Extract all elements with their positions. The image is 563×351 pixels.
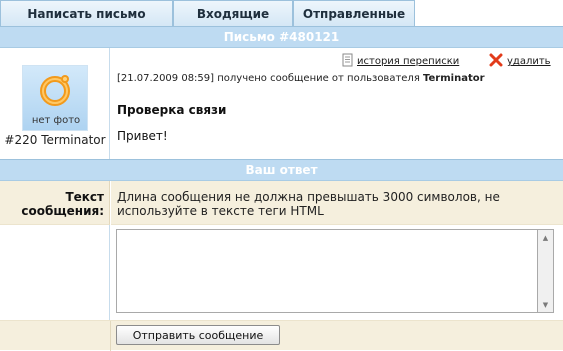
scroll-up-icon[interactable]: ▲ — [538, 230, 553, 245]
message-text-label: Текст сообщения: — [0, 181, 110, 225]
avatar-caption: нет фото — [31, 115, 81, 126]
message-subject: Проверка связи — [117, 103, 227, 117]
sender-panel: нет фото #220 Terminator — [0, 48, 110, 159]
letter-content: история переписки удалить [21.07.2009 08… — [111, 48, 563, 159]
textarea-scrollbar[interactable]: ▲ ▼ — [537, 229, 554, 313]
column-divider — [110, 321, 111, 351]
delete-link[interactable]: удалить — [507, 56, 551, 67]
reply-textarea[interactable] — [116, 229, 537, 313]
tab-inbox[interactable]: Входящие — [173, 0, 293, 26]
history-link[interactable]: история переписки — [357, 56, 459, 67]
message-meta-user: Terminator — [423, 73, 485, 84]
letter-header: Письмо #480121 — [0, 26, 563, 48]
textarea-spacer — [0, 225, 110, 320]
message-body: Привет! — [117, 129, 168, 143]
mail-tabs: Написать письмо Входящие Отправленные — [0, 0, 563, 26]
reply-header: Ваш ответ — [0, 159, 563, 181]
submit-row: Отправить сообщение — [0, 320, 563, 351]
red-x-icon[interactable] — [489, 53, 503, 67]
no-photo-ring-icon — [40, 75, 70, 106]
send-message-button[interactable]: Отправить сообщение — [116, 325, 280, 345]
message-length-hint: Длина сообщения не должна превышать 3000… — [111, 181, 563, 225]
message-meta: [21.07.2009 08:59] получено сообщение от… — [117, 73, 485, 84]
message-meta-text: [21.07.2009 08:59] получено сообщение от… — [117, 73, 424, 84]
sender-name[interactable]: #220 Terminator — [0, 133, 110, 147]
avatar[interactable]: нет фото — [22, 65, 88, 131]
scroll-down-icon[interactable]: ▼ — [538, 297, 553, 312]
document-icon[interactable] — [342, 53, 354, 67]
tab-sent[interactable]: Отправленные — [293, 0, 415, 26]
tab-compose[interactable]: Написать письмо — [0, 0, 173, 26]
